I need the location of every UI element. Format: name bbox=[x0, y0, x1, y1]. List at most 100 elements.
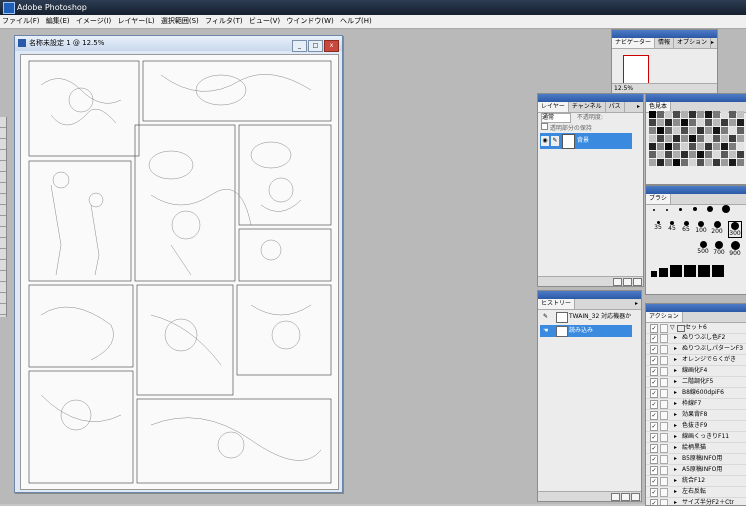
swatch[interactable] bbox=[673, 111, 680, 118]
swatch[interactable] bbox=[665, 119, 672, 126]
action-checkbox[interactable]: ✓ bbox=[650, 378, 658, 387]
swatch[interactable] bbox=[713, 143, 720, 150]
panel-titlebar[interactable] bbox=[646, 186, 746, 194]
swatch[interactable] bbox=[713, 151, 720, 158]
action-item[interactable]: ✓ ▸ 二階調化F5 bbox=[646, 377, 746, 388]
brush-preset[interactable]: 500 bbox=[697, 241, 709, 255]
swatch[interactable] bbox=[681, 135, 688, 142]
tab-layers[interactable]: レイヤー bbox=[538, 102, 569, 112]
expand-arrow-icon[interactable]: ▸ bbox=[674, 366, 677, 376]
action-dialog-toggle[interactable] bbox=[660, 378, 668, 387]
swatch[interactable] bbox=[729, 151, 736, 158]
swatch[interactable] bbox=[689, 111, 696, 118]
swatch[interactable] bbox=[705, 151, 712, 158]
swatch[interactable] bbox=[713, 127, 720, 134]
action-dialog-toggle[interactable] bbox=[660, 422, 668, 431]
swatch[interactable] bbox=[737, 143, 744, 150]
expand-arrow-icon[interactable]: ▸ bbox=[674, 410, 677, 420]
action-item[interactable]: ✓ ▸ 効果背F8 bbox=[646, 410, 746, 421]
swatch[interactable] bbox=[697, 151, 704, 158]
swatch[interactable] bbox=[649, 119, 656, 126]
brush-preset[interactable] bbox=[653, 209, 655, 211]
swatch[interactable] bbox=[657, 119, 664, 126]
action-dialog-toggle[interactable] bbox=[660, 334, 668, 343]
brush-preset[interactable] bbox=[707, 206, 713, 212]
swatch[interactable] bbox=[689, 159, 696, 166]
tool-button[interactable] bbox=[0, 161, 6, 172]
swatch[interactable] bbox=[689, 135, 696, 142]
brush-preset[interactable] bbox=[698, 265, 710, 277]
brush-preset[interactable] bbox=[666, 209, 668, 211]
swatch[interactable] bbox=[697, 159, 704, 166]
tool-button[interactable] bbox=[0, 194, 6, 205]
panel-menu-arrow-icon[interactable]: ▸ bbox=[637, 102, 640, 112]
menu-edit[interactable]: 編集(E) bbox=[44, 15, 72, 28]
swatch[interactable] bbox=[681, 127, 688, 134]
action-checkbox[interactable]: ✓ bbox=[650, 477, 658, 486]
swatch[interactable] bbox=[721, 159, 728, 166]
swatch[interactable] bbox=[649, 143, 656, 150]
trash-icon[interactable] bbox=[633, 278, 642, 286]
swatch[interactable] bbox=[665, 127, 672, 134]
brush-preset[interactable] bbox=[651, 271, 657, 277]
action-item[interactable]: ✓ ▸ A5原稿INFO用 bbox=[646, 465, 746, 476]
brush-preset[interactable]: 45 bbox=[667, 221, 677, 232]
menu-file[interactable]: ファイル(F) bbox=[0, 15, 42, 28]
history-item-selected[interactable]: ☚ 読み込み bbox=[540, 325, 632, 337]
swatch[interactable] bbox=[673, 127, 680, 134]
brush-preset[interactable] bbox=[712, 265, 724, 277]
brush-icon[interactable]: ✎ bbox=[551, 136, 559, 146]
action-dialog-toggle[interactable] bbox=[660, 499, 668, 505]
tool-button[interactable] bbox=[0, 238, 6, 249]
tab-info[interactable]: 情報 bbox=[655, 38, 675, 48]
tab-brushes[interactable]: ブラシ bbox=[646, 194, 671, 204]
action-item[interactable]: ✓ ▸ サイズ半分F2＋Ctr bbox=[646, 498, 746, 505]
swatch[interactable] bbox=[681, 159, 688, 166]
swatch[interactable] bbox=[649, 151, 656, 158]
panel-menu-arrow-icon[interactable]: ▸ bbox=[635, 299, 638, 309]
eye-icon[interactable]: ◉ bbox=[541, 136, 549, 146]
tool-button[interactable] bbox=[0, 139, 6, 150]
action-dialog-toggle[interactable] bbox=[660, 444, 668, 453]
swatch[interactable] bbox=[681, 119, 688, 126]
canvas[interactable] bbox=[20, 54, 339, 490]
brush-preset-row[interactable] bbox=[651, 265, 746, 279]
action-checkbox[interactable]: ✓ bbox=[650, 455, 658, 464]
swatches-panel[interactable]: 色見本 bbox=[645, 93, 746, 185]
swatch[interactable] bbox=[689, 151, 696, 158]
tab-paths[interactable]: パス bbox=[606, 102, 625, 112]
brush-preset-selected[interactable]: 300 bbox=[728, 221, 742, 238]
brush-preset[interactable] bbox=[722, 205, 730, 213]
swatch[interactable] bbox=[673, 119, 680, 126]
new-layer-icon[interactable] bbox=[623, 278, 632, 286]
expand-arrow-icon[interactable]: ▸ bbox=[674, 498, 677, 505]
action-dialog-toggle[interactable] bbox=[660, 400, 668, 409]
swatch[interactable] bbox=[705, 135, 712, 142]
tool-button[interactable] bbox=[0, 205, 6, 216]
expand-arrow-icon[interactable]: ▸ bbox=[674, 355, 677, 365]
blend-mode-select[interactable]: 通常 bbox=[541, 113, 571, 123]
tool-button[interactable] bbox=[0, 216, 6, 227]
swatch[interactable] bbox=[665, 111, 672, 118]
tool-button[interactable] bbox=[0, 227, 6, 238]
action-item[interactable]: ✓ ▸ 左右反転 bbox=[646, 487, 746, 498]
tab-channels[interactable]: チャンネル bbox=[569, 102, 606, 112]
panel-titlebar[interactable] bbox=[646, 304, 746, 312]
action-dialog-toggle[interactable] bbox=[660, 411, 668, 420]
new-document-icon[interactable] bbox=[621, 493, 630, 501]
action-checkbox[interactable]: ✓ bbox=[650, 356, 658, 365]
swatch[interactable] bbox=[697, 135, 704, 142]
brush-preset[interactable] bbox=[659, 268, 668, 277]
swatch[interactable] bbox=[697, 119, 704, 126]
swatch[interactable] bbox=[721, 127, 728, 134]
swatch[interactable] bbox=[673, 151, 680, 158]
lock-checkbox[interactable] bbox=[541, 123, 548, 130]
tool-button[interactable] bbox=[0, 304, 6, 315]
action-dialog-toggle[interactable] bbox=[660, 389, 668, 398]
swatch[interactable] bbox=[673, 143, 680, 150]
panel-titlebar[interactable] bbox=[646, 94, 746, 102]
action-item[interactable]: ✓ ▸ 色抜きF9 bbox=[646, 421, 746, 432]
panel-titlebar[interactable] bbox=[538, 94, 643, 102]
swatch[interactable] bbox=[681, 151, 688, 158]
action-dialog-toggle[interactable] bbox=[660, 466, 668, 475]
